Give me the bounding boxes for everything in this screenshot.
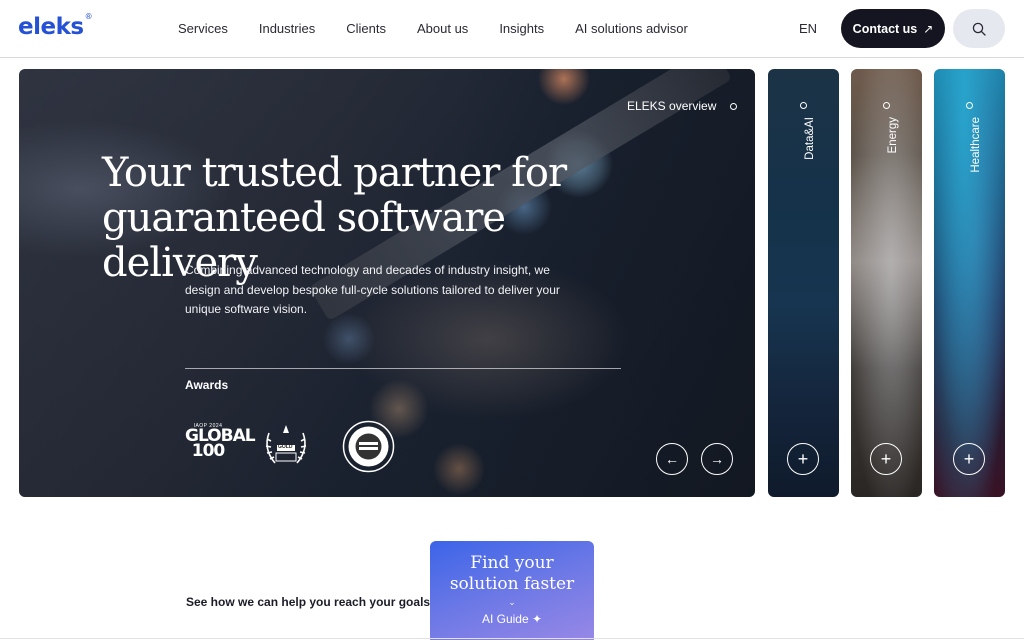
contact-us-button[interactable]: Contact us ↗ bbox=[841, 9, 945, 48]
nav-about-us[interactable]: About us bbox=[417, 21, 468, 36]
industry-card-label: Healthcare bbox=[970, 117, 982, 173]
goals-text: See how we can help you reach your goals bbox=[186, 595, 431, 609]
ai-guide-button[interactable]: AI Guide ✦ bbox=[430, 612, 594, 626]
arrow-left-icon: ← bbox=[665, 451, 679, 467]
industry-card-energy[interactable]: Energy + bbox=[851, 69, 922, 497]
overview-label: ELEKS overview bbox=[627, 99, 717, 113]
carousel-prev-button[interactable]: ← bbox=[656, 443, 688, 475]
industry-card-label: Data&AI bbox=[804, 117, 816, 160]
plus-icon[interactable]: + bbox=[787, 443, 819, 475]
search-icon bbox=[972, 22, 986, 36]
site-header: eleks® Services Industries Clients About… bbox=[0, 0, 1024, 58]
circle-dot-icon bbox=[730, 102, 738, 110]
nav-clients[interactable]: Clients bbox=[346, 21, 386, 36]
nav-services[interactable]: Services bbox=[178, 21, 228, 36]
hero-description: Combining advanced technology and decade… bbox=[185, 263, 560, 316]
ai-title-line1: Find your bbox=[470, 553, 554, 573]
ai-title-line2: solution faster bbox=[449, 574, 575, 594]
awards-label: Awards bbox=[185, 378, 229, 392]
sparkle-icon: ✦ bbox=[531, 612, 543, 626]
gold-text: GOLD bbox=[278, 444, 293, 450]
gold-award-laurel-badge: GOLD bbox=[259, 421, 313, 471]
round-seal-award-badge bbox=[342, 420, 395, 473]
plus-icon[interactable]: + bbox=[870, 443, 902, 475]
carousel-next-button[interactable]: → bbox=[701, 443, 733, 475]
plus-icon[interactable]: + bbox=[953, 443, 985, 475]
ai-card-title: Find your solution faster bbox=[430, 553, 594, 595]
nav-insights[interactable]: Insights bbox=[499, 21, 544, 36]
hero-banner: ELEKS overview Your trusted partner for … bbox=[19, 69, 755, 497]
ai-guide-card[interactable]: Find your solution faster ⌄ AI Guide ✦ bbox=[430, 541, 594, 640]
eleks-logo[interactable]: eleks® bbox=[18, 12, 93, 40]
circle-dot-icon bbox=[883, 102, 890, 109]
industry-card-healthcare[interactable]: Healthcare + bbox=[934, 69, 1005, 497]
award-big-text-2: 100 bbox=[191, 441, 226, 461]
main-nav: Services Industries Clients About us Ins… bbox=[178, 21, 719, 36]
ai-guide-label: AI Guide bbox=[481, 612, 529, 626]
circle-dot-icon bbox=[800, 102, 807, 109]
arrow-up-right-icon: ↗ bbox=[923, 21, 934, 36]
nav-industries[interactable]: Industries bbox=[259, 21, 315, 36]
hero-title-line1: Your trusted partner for bbox=[102, 150, 567, 196]
chevron-down-icon: ⌄ bbox=[508, 597, 516, 607]
iaop-global-100-badge: IAOP 2024 GLOBAL 100 bbox=[185, 423, 256, 461]
arrow-right-icon: → bbox=[710, 451, 724, 467]
eleks-overview-link[interactable]: ELEKS overview bbox=[627, 99, 738, 113]
language-switcher[interactable]: EN bbox=[799, 21, 817, 36]
contact-us-label: Contact us bbox=[852, 21, 918, 36]
circle-dot-icon bbox=[966, 102, 973, 109]
section-divider bbox=[0, 638, 1024, 639]
divider bbox=[185, 368, 621, 369]
search-button[interactable] bbox=[953, 9, 1005, 48]
industry-card-data-ai[interactable]: Data&AI + bbox=[768, 69, 839, 497]
industry-card-label: Energy bbox=[887, 117, 899, 154]
nav-ai-solutions-advisor[interactable]: AI solutions advisor bbox=[575, 21, 688, 36]
